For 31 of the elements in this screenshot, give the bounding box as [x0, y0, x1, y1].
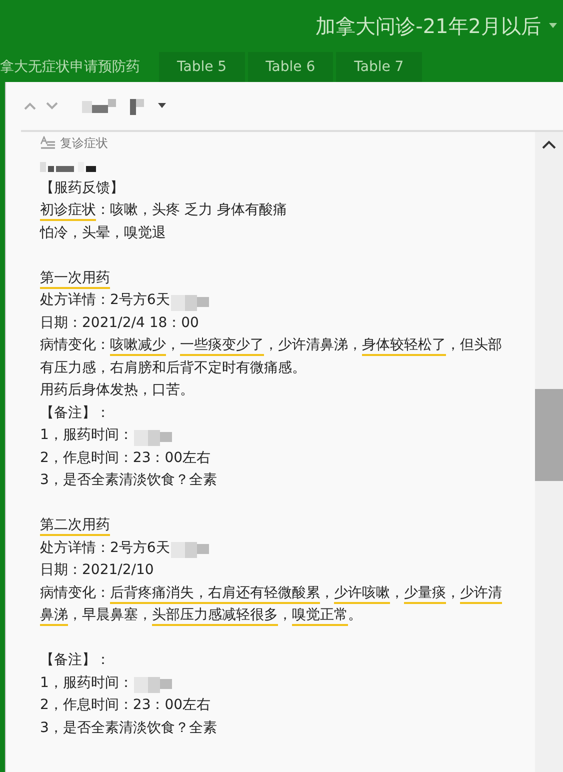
note-text: 怕冷，头晕，嗅觉退 — [40, 224, 166, 242]
scrollbar[interactable] — [535, 132, 563, 772]
note-text: 3，是否全素清淡饮食？全素 — [40, 471, 217, 490]
field-label: 复诊症状 — [60, 134, 108, 152]
tab[interactable]: Table 7 — [336, 52, 422, 82]
tab[interactable]: Table 6 — [248, 52, 334, 82]
note-text: 日期：2021/2/10 — [40, 561, 154, 580]
note-text: 【备注】： — [40, 404, 110, 422]
note-text: 病情变化：咳嗽减少，一些痰变少了，少许清鼻涕，身体较轻松了，但头部有压力感，右肩膀和后背不定时有微痛感。 — [40, 336, 503, 378]
note-text: 【备注】： — [40, 651, 110, 670]
note-text: 处方详情：2号方6天 — [40, 538, 170, 558]
note-text: 处方详情：2号方6天 — [40, 291, 170, 310]
chevron-down-icon[interactable] — [46, 102, 58, 110]
note-text: 2，作息时间：23：00左右 — [40, 696, 211, 715]
scrollbar-thumb[interactable] — [535, 389, 563, 481]
note-text: 用药后身体发热，口苦。 — [40, 381, 194, 400]
note-text: 1，服药时间： — [40, 674, 133, 692]
note-text: 初诊症状：咳嗽，头疼 乏力 身体有酸痛 — [40, 199, 287, 222]
note-text: 病情变化：后背疼痛消失，右肩还有轻微酸累，少许咳嗽，少量痰，少许清鼻涕，早晨鼻塞，头部压力感减轻很多，嗅觉正常。 — [40, 582, 508, 626]
note-text: 【服药反馈】 — [40, 178, 124, 198]
text-field-icon — [40, 136, 56, 150]
tab[interactable]: Table 5 — [159, 52, 245, 82]
note-text: 2，作息时间：23：00左右 — [40, 448, 211, 468]
note-text: 第二次用药 — [40, 514, 110, 536]
note-text: 3，是否全素清淡饮食？全素 — [40, 718, 217, 738]
note-text: 1，服药时间： — [40, 426, 133, 445]
chevron-up-icon[interactable] — [542, 140, 556, 149]
document-title: 加拿大问诊-21年2月以后 — [316, 12, 541, 40]
note-text: 日期：2021/2/4 18：00 — [40, 314, 199, 332]
caret-icon[interactable] — [158, 103, 166, 109]
note-text: 第一次用药 — [40, 266, 110, 289]
